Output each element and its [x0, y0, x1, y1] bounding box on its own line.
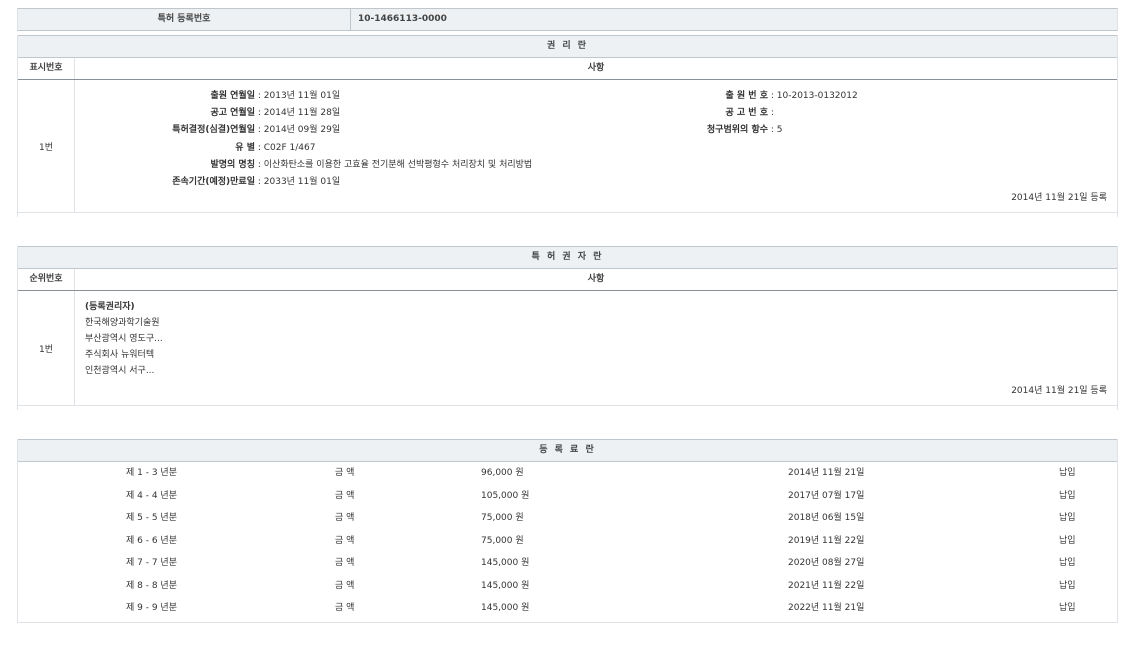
fee-row: 제 6 - 6 년분 금 액 75,000 원 2019년 11월 22일 납입 [18, 530, 1117, 553]
rights-left-field: 발명의 명칭 : 이산화탄소를 이용한 고효율 전기분해 선박평형수 처리장치 … [78, 157, 532, 170]
fee-period: 제 1 - 3 년분 [126, 462, 177, 485]
rights-title: 권 리 란 [18, 35, 1117, 58]
fee-paid-date: 2022년 11월 21일 [788, 597, 864, 620]
fee-row: 제 4 - 4 년분 금 액 105,000 원 2017년 07월 17일 납입 [18, 485, 1117, 508]
fee-period: 제 6 - 6 년분 [126, 530, 177, 553]
rights-left-field-label: 출원 연월일 [78, 88, 255, 101]
fee-row: 제 7 - 7 년분 금 액 145,000 원 2020년 08월 27일 납입 [18, 552, 1117, 575]
holders-row-num: 1번 [18, 291, 75, 405]
rights-left-field-label: 특허결정(심결)연월일 [78, 122, 255, 135]
fee-row: 제 9 - 9 년분 금 액 145,000 원 2022년 11월 21일 납입 [18, 597, 1117, 620]
fee-paid-date: 2019년 11월 22일 [788, 530, 864, 553]
fee-amount: 96,000 원 [481, 462, 524, 485]
fee-paid-date: 2020년 08월 27일 [788, 552, 864, 575]
rights-col-content: 사항 [75, 58, 1117, 79]
rights-section: 권 리 란 표시번호 사항 1번 출원 연월일 : 2013년 11월 01일공… [17, 35, 1118, 217]
fee-row: 제 8 - 8 년분 금 액 145,000 원 2021년 11월 22일 납입 [18, 575, 1117, 598]
fee-amount-label: 금 액 [335, 552, 354, 575]
rights-row: 1번 출원 연월일 : 2013년 11월 01일공고 연월일 : 2014년 … [18, 80, 1117, 213]
fee-status: 납입 [1059, 575, 1076, 598]
fee-amount-label: 금 액 [335, 507, 354, 530]
rights-left-field: 공고 연월일 : 2014년 11월 28일 [78, 105, 340, 118]
rights-right-field: 청구범위의 항수 : 5 [578, 122, 783, 135]
fee-paid-date: 2017년 07월 17일 [788, 485, 864, 508]
rights-registered-date: 2014년 11월 21일 등록 [1011, 190, 1107, 203]
rights-col-num: 표시번호 [18, 58, 75, 79]
fee-paid-date: 2014년 11월 21일 [788, 462, 864, 485]
fees-title: 등 록 료 란 [18, 439, 1117, 462]
fee-row: 제 5 - 5 년분 금 액 75,000 원 2018년 06월 15일 납입 [18, 507, 1117, 530]
fee-amount: 75,000 원 [481, 530, 524, 553]
fee-period: 제 9 - 9 년분 [126, 597, 177, 620]
fee-amount: 145,000 원 [481, 552, 529, 575]
rights-left-field-label: 존속기간(예정)만료일 [78, 174, 255, 187]
fee-status: 납입 [1059, 485, 1076, 508]
holders-column-header: 순위번호 사항 [18, 269, 1117, 291]
holder-line: (등록권리자) [85, 299, 163, 315]
rights-right-field-label: 청구범위의 항수 [578, 122, 768, 135]
holder-line: 주식회사 뉴워터텍 [85, 347, 163, 363]
fee-amount-label: 금 액 [335, 485, 354, 508]
rights-left-field-value: 2033년 11월 01일 [264, 177, 340, 187]
rights-left-field: 유 별 : C02F 1/467 [78, 140, 315, 153]
fee-amount: 145,000 원 [481, 575, 529, 598]
fee-amount-label: 금 액 [335, 530, 354, 553]
rights-left-field-label: 발명의 명칭 [78, 157, 255, 170]
rights-left-field: 존속기간(예정)만료일 : 2033년 11월 01일 [78, 174, 340, 187]
fee-period: 제 8 - 8 년분 [126, 575, 177, 598]
rights-right-field-label: 공 고 번 호 [578, 105, 768, 118]
holder-line: 인천광역시 서구... [85, 363, 163, 379]
fee-amount: 75,000 원 [481, 507, 524, 530]
registration-number-label: 특허 등록번호 [18, 9, 351, 30]
rights-left-field-label: 공고 연월일 [78, 105, 255, 118]
holders-col-content: 사항 [75, 269, 1117, 290]
fee-amount-label: 금 액 [335, 462, 354, 485]
registration-number-value: 10-1466113-0000 [358, 9, 447, 30]
holders-registered-date: 2014년 11월 21일 등록 [1011, 383, 1107, 396]
rights-left-field-value: 2013년 11월 01일 [264, 91, 340, 101]
rights-right-field-label: 출 원 번 호 [578, 88, 768, 101]
registration-number-table: 특허 등록번호 10-1466113-0000 [17, 8, 1118, 31]
rights-left-field-value: 2014년 11월 28일 [264, 108, 340, 118]
rights-left-field: 특허결정(심결)연월일 : 2014년 09월 29일 [78, 122, 340, 135]
fee-period: 제 5 - 5 년분 [126, 507, 177, 530]
fee-period: 제 4 - 4 년분 [126, 485, 177, 508]
holder-line: 부산광역시 영도구... [85, 331, 163, 347]
fee-row: 제 1 - 3 년분 금 액 96,000 원 2014년 11월 21일 납입 [18, 462, 1117, 485]
rights-right-field-value: 5 [777, 125, 783, 135]
rights-right-field: 공 고 번 호 : [578, 105, 774, 118]
rights-right-field: 출 원 번 호 : 10-2013-0132012 [578, 88, 858, 101]
fee-status: 납입 [1059, 552, 1076, 575]
rights-left-field: 출원 연월일 : 2013년 11월 01일 [78, 88, 340, 101]
rights-left-field-value: C02F 1/467 [264, 143, 316, 153]
rights-right-field-value: 10-2013-0132012 [777, 91, 858, 101]
fee-rows: 제 1 - 3 년분금 액96,000 원2014년 11월 21일납입제 4 … [18, 462, 1117, 620]
fee-amount: 145,000 원 [481, 597, 529, 620]
holders-col-num: 순위번호 [18, 269, 75, 290]
fee-status: 납입 [1059, 507, 1076, 530]
fee-amount: 105,000 원 [481, 485, 529, 508]
fee-amount-label: 금 액 [335, 597, 354, 620]
holders-section: 특 허 권 자 란 순위번호 사항 1번 (등록권리자)한국해양과학기술원부산광… [17, 246, 1118, 410]
fee-paid-date: 2021년 11월 22일 [788, 575, 864, 598]
fee-period: 제 7 - 7 년분 [126, 552, 177, 575]
rights-left-field-value: 2014년 09월 29일 [264, 125, 340, 135]
fee-status: 납입 [1059, 530, 1076, 553]
fee-paid-date: 2018년 06월 15일 [788, 507, 864, 530]
holders-title: 특 허 권 자 란 [18, 246, 1117, 269]
fees-section: 등 록 료 란 제 1 - 3 년분금 액96,000 원2014년 11월 2… [17, 439, 1118, 623]
fee-status: 납입 [1059, 462, 1076, 485]
rights-column-header: 표시번호 사항 [18, 58, 1117, 80]
holders-row: 1번 (등록권리자)한국해양과학기술원부산광역시 영도구...주식회사 뉴워터텍… [18, 291, 1117, 406]
holders-lines: (등록권리자)한국해양과학기술원부산광역시 영도구...주식회사 뉴워터텍인천광… [85, 299, 163, 379]
holder-line: 한국해양과학기술원 [85, 315, 163, 331]
fee-amount-label: 금 액 [335, 575, 354, 598]
rights-left-field-label: 유 별 [78, 140, 255, 153]
rights-left-field-value: 이산화탄소를 이용한 고효율 전기분해 선박평형수 처리장치 및 처리방법 [264, 160, 532, 170]
rights-row-num: 1번 [18, 80, 75, 212]
fee-status: 납입 [1059, 597, 1076, 620]
